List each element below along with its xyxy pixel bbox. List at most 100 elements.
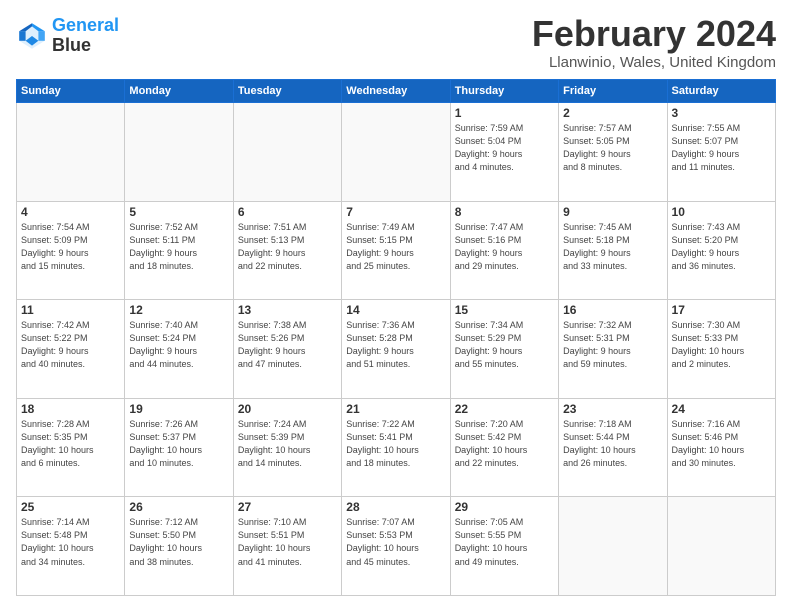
calendar-cell: 7 Sunrise: 7:49 AM Sunset: 5:15 PM Daylig… (342, 201, 450, 300)
calendar-week-3: 11 Sunrise: 7:42 AM Sunset: 5:22 PM Dayli… (17, 300, 776, 399)
day-info: Sunrise: 7:16 AM Sunset: 5:46 PM Dayligh… (672, 418, 771, 470)
calendar-week-4: 18 Sunrise: 7:28 AM Sunset: 5:35 PM Dayli… (17, 398, 776, 497)
day-info: Sunrise: 7:07 AM Sunset: 5:53 PM Dayligh… (346, 516, 445, 568)
day-info: Sunrise: 7:54 AM Sunset: 5:09 PM Dayligh… (21, 221, 120, 273)
day-info: Sunrise: 7:05 AM Sunset: 5:55 PM Dayligh… (455, 516, 554, 568)
day-number: 12 (129, 303, 228, 317)
col-sunday: Sunday (17, 80, 125, 103)
day-info: Sunrise: 7:12 AM Sunset: 5:50 PM Dayligh… (129, 516, 228, 568)
calendar-week-2: 4 Sunrise: 7:54 AM Sunset: 5:09 PM Daylig… (17, 201, 776, 300)
day-number: 2 (563, 106, 662, 120)
day-number: 10 (672, 205, 771, 219)
calendar-cell: 25Sunrise: 7:14 AM Sunset: 5:48 PM Dayli… (17, 497, 125, 596)
day-info: Sunrise: 7:38 AM Sunset: 5:26 PM Dayligh… (238, 319, 337, 371)
col-friday: Friday (559, 80, 667, 103)
day-number: 9 (563, 205, 662, 219)
day-number: 4 (21, 205, 120, 219)
day-info: Sunrise: 7:52 AM Sunset: 5:11 PM Dayligh… (129, 221, 228, 273)
day-number: 26 (129, 500, 228, 514)
calendar-cell: 21Sunrise: 7:22 AM Sunset: 5:41 PM Dayli… (342, 398, 450, 497)
day-info: Sunrise: 7:30 AM Sunset: 5:33 PM Dayligh… (672, 319, 771, 371)
day-info: Sunrise: 7:28 AM Sunset: 5:35 PM Dayligh… (21, 418, 120, 470)
day-info: Sunrise: 7:32 AM Sunset: 5:31 PM Dayligh… (563, 319, 662, 371)
day-info: Sunrise: 7:42 AM Sunset: 5:22 PM Dayligh… (21, 319, 120, 371)
logo-text: General Blue (52, 16, 119, 56)
day-info: Sunrise: 7:43 AM Sunset: 5:20 PM Dayligh… (672, 221, 771, 273)
logo: General Blue (16, 16, 119, 56)
day-number: 22 (455, 402, 554, 416)
day-number: 14 (346, 303, 445, 317)
calendar-cell: 12 Sunrise: 7:40 AM Sunset: 5:24 PM Dayli… (125, 300, 233, 399)
calendar-cell: 1 Sunrise: 7:59 AM Sunset: 5:04 PM Daylig… (450, 103, 558, 202)
col-thursday: Thursday (450, 80, 558, 103)
calendar-cell (17, 103, 125, 202)
day-info: Sunrise: 7:47 AM Sunset: 5:16 PM Dayligh… (455, 221, 554, 273)
day-info: Sunrise: 7:10 AM Sunset: 5:51 PM Dayligh… (238, 516, 337, 568)
day-info: Sunrise: 7:49 AM Sunset: 5:15 PM Dayligh… (346, 221, 445, 273)
day-info: Sunrise: 7:36 AM Sunset: 5:28 PM Dayligh… (346, 319, 445, 371)
day-number: 25 (21, 500, 120, 514)
calendar-cell: 11 Sunrise: 7:42 AM Sunset: 5:22 PM Dayli… (17, 300, 125, 399)
calendar-cell: 14 Sunrise: 7:36 AM Sunset: 5:28 PM Dayli… (342, 300, 450, 399)
calendar-cell: 24 Sunrise: 7:16 AM Sunset: 5:46 PM Dayli… (667, 398, 775, 497)
logo-icon (16, 20, 48, 52)
day-info: Sunrise: 7:18 AM Sunset: 5:44 PM Dayligh… (563, 418, 662, 470)
calendar-cell: 10 Sunrise: 7:43 AM Sunset: 5:20 PM Dayli… (667, 201, 775, 300)
day-number: 28 (346, 500, 445, 514)
day-info: Sunrise: 7:59 AM Sunset: 5:04 PM Dayligh… (455, 122, 554, 174)
calendar-cell: 4 Sunrise: 7:54 AM Sunset: 5:09 PM Daylig… (17, 201, 125, 300)
calendar-cell: 9 Sunrise: 7:45 AM Sunset: 5:18 PM Daylig… (559, 201, 667, 300)
day-info: Sunrise: 7:45 AM Sunset: 5:18 PM Dayligh… (563, 221, 662, 273)
day-number: 17 (672, 303, 771, 317)
calendar-cell: 23 Sunrise: 7:18 AM Sunset: 5:44 PM Dayli… (559, 398, 667, 497)
calendar-cell: 27 Sunrise: 7:10 AM Sunset: 5:51 PM Dayli… (233, 497, 341, 596)
col-tuesday: Tuesday (233, 80, 341, 103)
calendar-cell: 6Sunrise: 7:51 AM Sunset: 5:13 PM Daylig… (233, 201, 341, 300)
col-wednesday: Wednesday (342, 80, 450, 103)
calendar-cell (233, 103, 341, 202)
page: General Blue February 2024 Llanwinio, Wa… (0, 0, 792, 612)
day-number: 5 (129, 205, 228, 219)
calendar-cell: 5 Sunrise: 7:52 AM Sunset: 5:11 PM Daylig… (125, 201, 233, 300)
day-number: 7 (346, 205, 445, 219)
calendar-cell: 13 Sunrise: 7:38 AM Sunset: 5:26 PM Dayli… (233, 300, 341, 399)
calendar-week-1: 1 Sunrise: 7:59 AM Sunset: 5:04 PM Daylig… (17, 103, 776, 202)
day-info: Sunrise: 7:34 AM Sunset: 5:29 PM Dayligh… (455, 319, 554, 371)
header: General Blue February 2024 Llanwinio, Wa… (16, 16, 776, 71)
day-number: 16 (563, 303, 662, 317)
calendar-cell: 29Sunrise: 7:05 AM Sunset: 5:55 PM Dayli… (450, 497, 558, 596)
day-number: 23 (563, 402, 662, 416)
calendar-table: Sunday Monday Tuesday Wednesday Thursday… (16, 79, 776, 596)
calendar-cell: 15 Sunrise: 7:34 AM Sunset: 5:29 PM Dayli… (450, 300, 558, 399)
title-section: February 2024 Llanwinio, Wales, United K… (532, 16, 776, 71)
day-info: Sunrise: 7:51 AM Sunset: 5:13 PM Dayligh… (238, 221, 337, 273)
calendar-cell: 19 Sunrise: 7:26 AM Sunset: 5:37 PM Dayli… (125, 398, 233, 497)
calendar-cell: 20 Sunrise: 7:24 AM Sunset: 5:39 PM Dayli… (233, 398, 341, 497)
day-number: 24 (672, 402, 771, 416)
day-number: 13 (238, 303, 337, 317)
day-number: 11 (21, 303, 120, 317)
col-monday: Monday (125, 80, 233, 103)
day-number: 3 (672, 106, 771, 120)
day-number: 19 (129, 402, 228, 416)
calendar-cell: 17 Sunrise: 7:30 AM Sunset: 5:33 PM Dayli… (667, 300, 775, 399)
day-info: Sunrise: 7:26 AM Sunset: 5:37 PM Dayligh… (129, 418, 228, 470)
calendar-cell: 16 Sunrise: 7:32 AM Sunset: 5:31 PM Dayli… (559, 300, 667, 399)
day-number: 18 (21, 402, 120, 416)
day-number: 8 (455, 205, 554, 219)
day-info: Sunrise: 7:40 AM Sunset: 5:24 PM Dayligh… (129, 319, 228, 371)
day-number: 1 (455, 106, 554, 120)
calendar-cell: 22Sunrise: 7:20 AM Sunset: 5:42 PM Dayli… (450, 398, 558, 497)
day-info: Sunrise: 7:55 AM Sunset: 5:07 PM Dayligh… (672, 122, 771, 174)
day-number: 20 (238, 402, 337, 416)
calendar-cell: 8 Sunrise: 7:47 AM Sunset: 5:16 PM Daylig… (450, 201, 558, 300)
month-title: February 2024 (532, 16, 776, 52)
calendar-cell: 3 Sunrise: 7:55 AM Sunset: 5:07 PM Daylig… (667, 103, 775, 202)
col-saturday: Saturday (667, 80, 775, 103)
day-number: 15 (455, 303, 554, 317)
day-number: 27 (238, 500, 337, 514)
calendar-cell (125, 103, 233, 202)
calendar-week-5: 25Sunrise: 7:14 AM Sunset: 5:48 PM Dayli… (17, 497, 776, 596)
day-info: Sunrise: 7:24 AM Sunset: 5:39 PM Dayligh… (238, 418, 337, 470)
calendar-cell (342, 103, 450, 202)
